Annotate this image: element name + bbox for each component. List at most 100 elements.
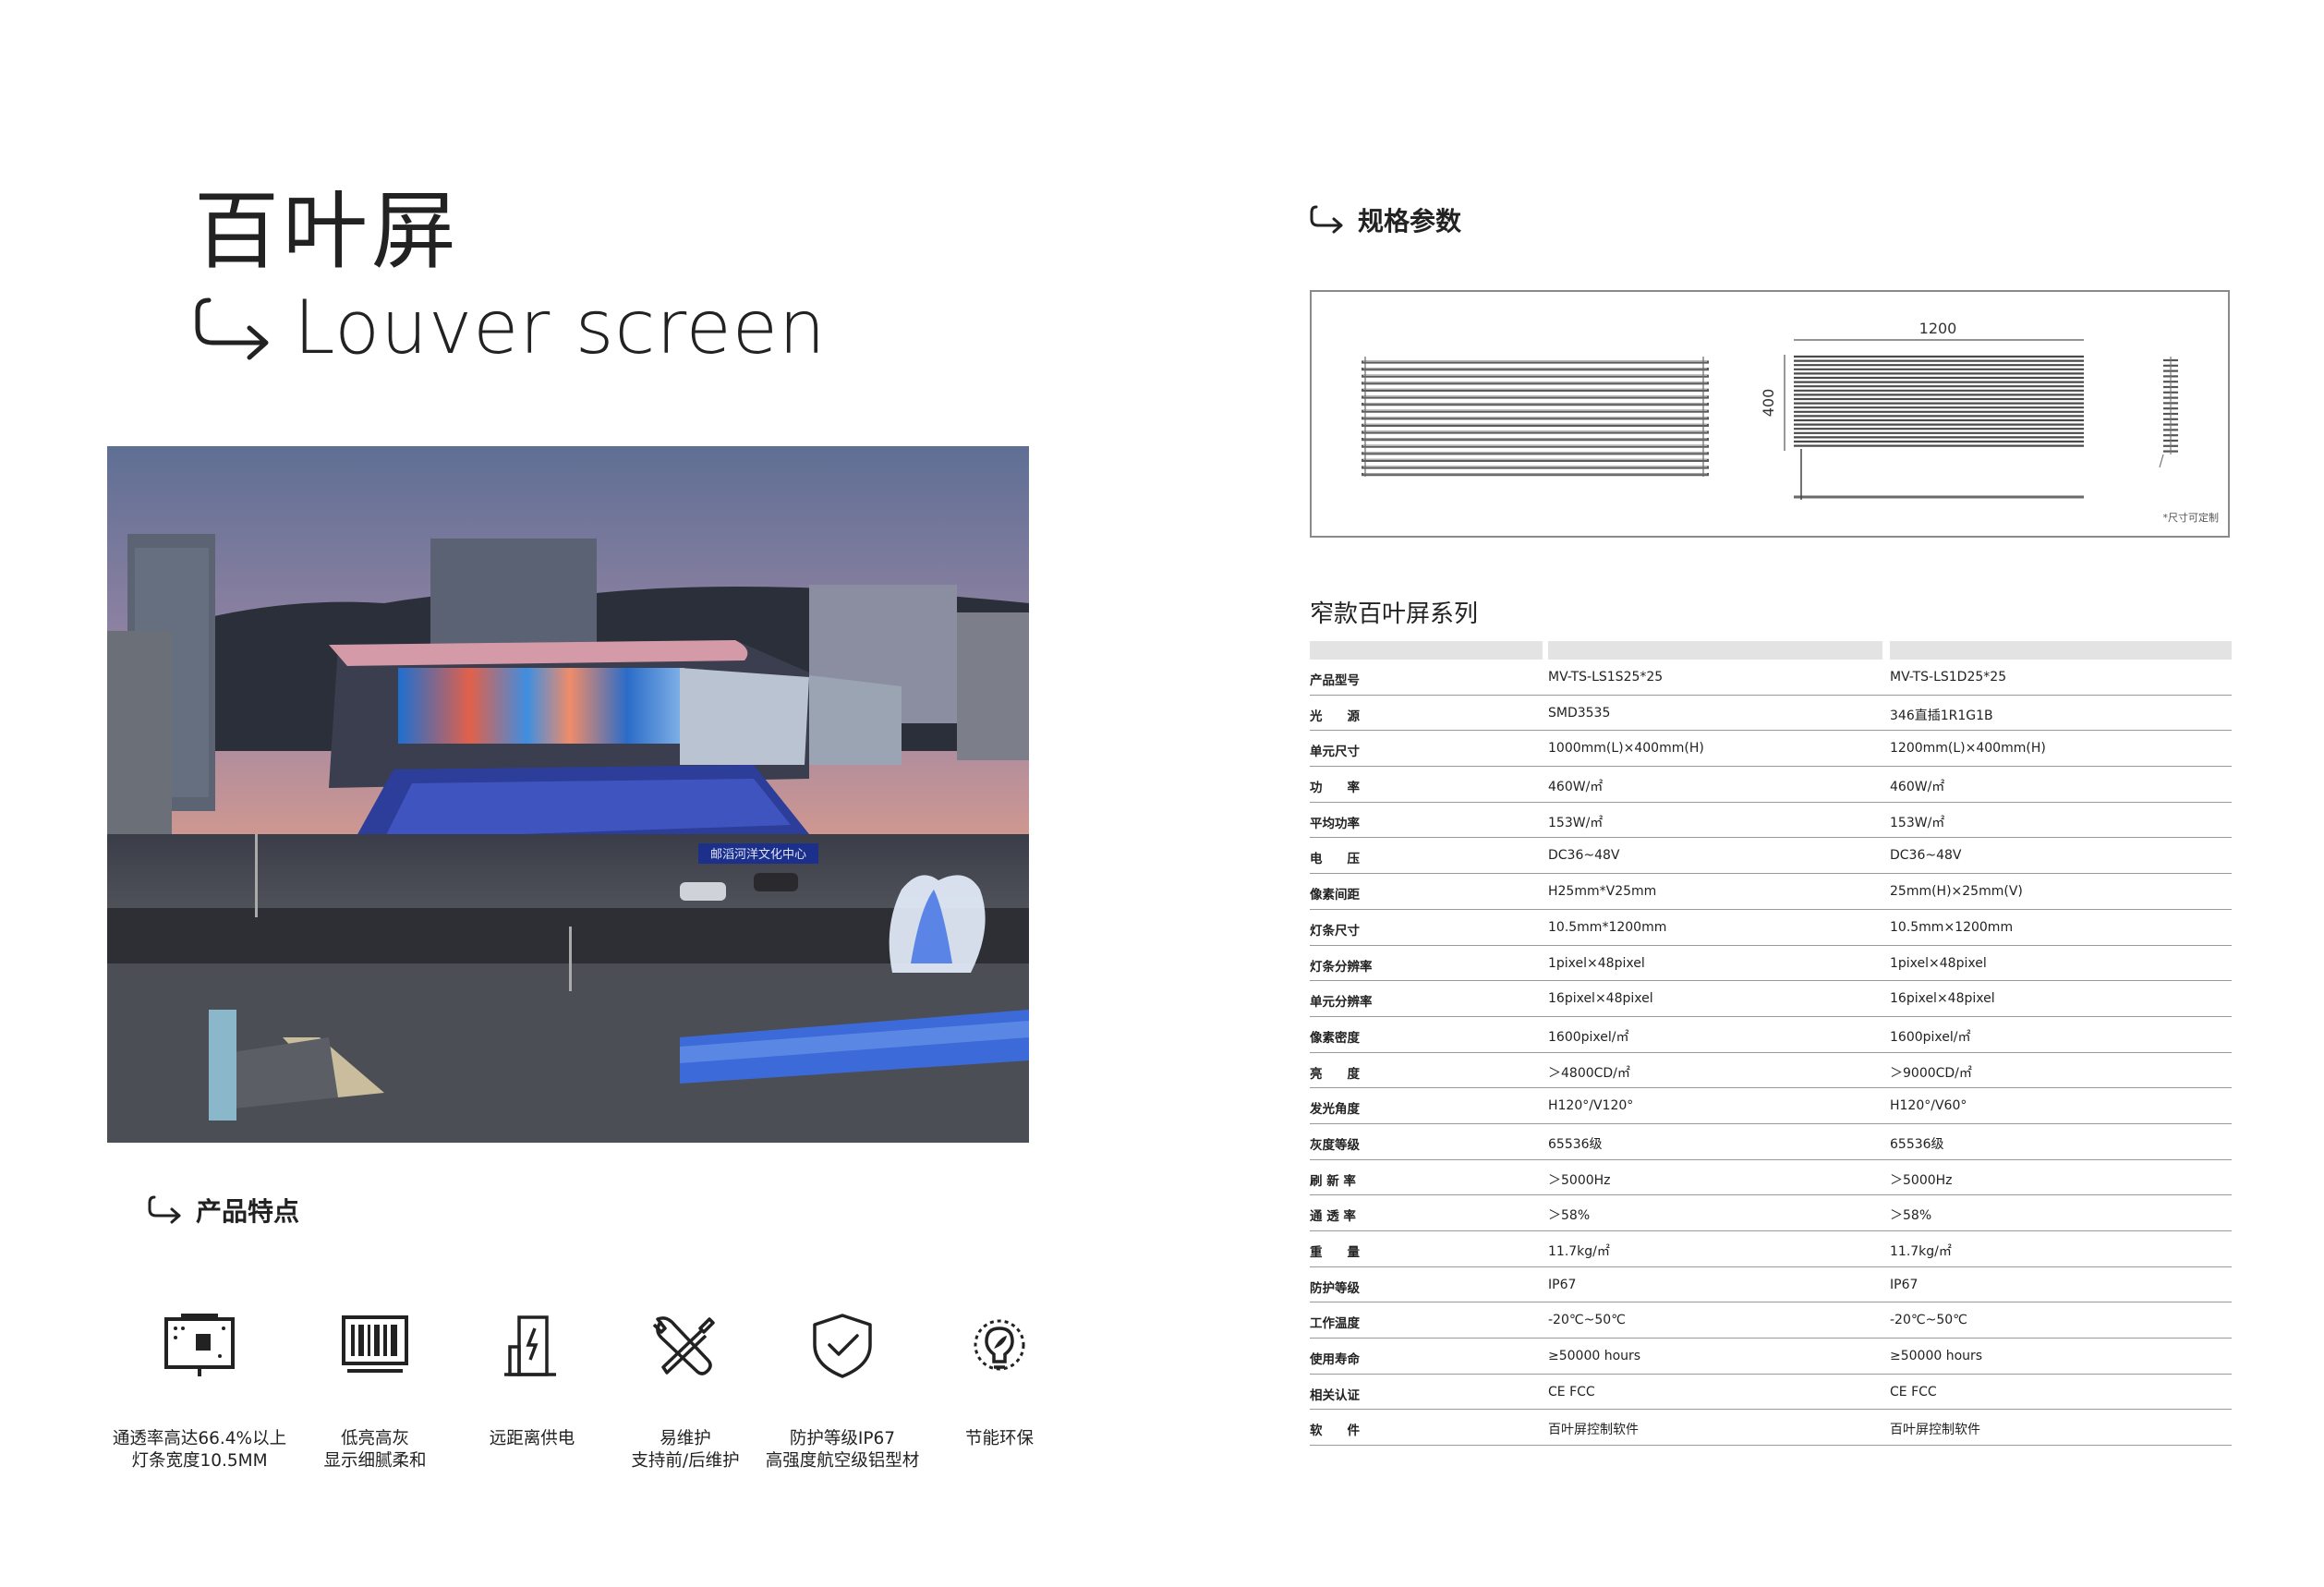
spec-label: 工作温度 xyxy=(1310,1316,1360,1332)
spec-value-model-b: 346直插1R1G1B xyxy=(1890,708,1993,723)
spec-value-model-a: H25mm*V25mm xyxy=(1548,884,1657,900)
spec-value-model-a: ＞4800CD/㎡ xyxy=(1548,1065,1630,1081)
spec-value-model-a: 460W/㎡ xyxy=(1548,780,1604,795)
spec-heading: 规格参数 xyxy=(1358,206,1462,236)
table-row: 电 压 DC36~48V DC36~48V xyxy=(1310,838,2232,875)
feature-item: 节能环保 xyxy=(907,1312,1092,1450)
table-body: 产品型号 MV-TS-LS1S25*25 MV-TS-LS1D25*25 光 源 SMD… xyxy=(1310,660,2232,1447)
spec-value-model-b: -20℃~50℃ xyxy=(1890,1313,1967,1328)
turn-arrow-icon xyxy=(1310,205,1343,234)
table-row: 亮 度 ＞4800CD/㎡ ＞9000CD/㎡ xyxy=(1310,1053,2232,1089)
spec-label: 相关认证 xyxy=(1310,1387,1360,1403)
feature-line-1: 节能环保 xyxy=(964,1429,1034,1448)
spec-value-model-a: 65536级 xyxy=(1548,1136,1603,1152)
spec-value-model-b: 1600pixel/㎡ xyxy=(1890,1029,1971,1045)
page-title-en-row: Louver screen xyxy=(194,291,827,365)
height-dimension-label: 400 xyxy=(1760,389,1777,418)
customizable-note: *尺寸可定制 xyxy=(2163,511,2220,524)
feature-label: 节能环保 xyxy=(907,1428,1092,1450)
turn-arrow-icon xyxy=(148,1195,181,1224)
spec-value-model-a: 10.5mm*1200mm xyxy=(1548,919,1667,935)
feature-label: 通透率高达66.4%以上 灯条宽度10.5MM xyxy=(107,1428,292,1472)
spec-value-model-b: DC36~48V xyxy=(1890,848,1962,864)
spec-value-model-b: 65536级 xyxy=(1890,1136,1944,1152)
table-row: 产品型号 MV-TS-LS1S25*25 MV-TS-LS1D25*25 xyxy=(1310,660,2232,696)
turn-arrow-icon xyxy=(195,297,269,360)
spec-label: 单元分辨率 xyxy=(1310,995,1373,1011)
spec-value-model-a: ≥50000 hours xyxy=(1548,1349,1641,1364)
photo-sign: 邮滔河洋文化中心 xyxy=(710,848,806,862)
header-bar-model-a xyxy=(1548,641,1882,660)
table-row: 工作温度 -20℃~50℃ -20℃~50℃ xyxy=(1310,1302,2232,1339)
spec-value-model-a: -20℃~50℃ xyxy=(1548,1313,1626,1328)
header-bar-model-b xyxy=(1890,641,2232,660)
spec-value-model-a: 153W/㎡ xyxy=(1548,815,1604,830)
page-title-cn: 百叶屏 xyxy=(194,182,461,281)
transparent-display-icon xyxy=(164,1314,235,1376)
shield-check-icon xyxy=(813,1314,872,1378)
features-list: 通透率高达66.4%以上 灯条宽度10.5MM 低亮高灰 显示细腻柔和 远距离供… xyxy=(107,1312,1040,1471)
table-row: 灰度等级 65536级 65536级 xyxy=(1310,1124,2232,1160)
spec-table: 产品型号 MV-TS-LS1S25*25 MV-TS-LS1D25*25 光 源 SMD… xyxy=(1310,641,2232,1447)
spec-value-model-b: ＞58% xyxy=(1890,1208,1932,1224)
front-view-drawing xyxy=(1362,357,1709,477)
tools-icon xyxy=(652,1316,715,1375)
barcode-display-icon xyxy=(342,1315,408,1373)
building-power-icon xyxy=(504,1315,556,1376)
table-row: 光 源 SMD3535 346直插1R1G1B xyxy=(1310,696,2232,732)
spec-value-model-a: ＞58% xyxy=(1548,1208,1591,1224)
spec-value-model-a: ＞5000Hz xyxy=(1548,1172,1611,1188)
spec-heading-row: 规格参数 xyxy=(1310,201,1461,238)
spec-value-model-a: 1000mm(L)×400mm(H) xyxy=(1548,741,1704,757)
spec-label: 重 量 xyxy=(1310,1245,1360,1260)
side-cable xyxy=(2159,454,2164,468)
spec-label: 像素密度 xyxy=(1310,1030,1360,1046)
spec-label: 平均功率 xyxy=(1310,816,1360,831)
spec-value-model-b: 1pixel×48pixel xyxy=(1890,955,1987,971)
spec-label: 使用寿命 xyxy=(1310,1352,1360,1368)
table-row: 刷 新 率 ＞5000Hz ＞5000Hz xyxy=(1310,1160,2232,1196)
spec-label: 发光角度 xyxy=(1310,1102,1360,1118)
table-row: 重 量 11.7kg/㎡ 11.7kg/㎡ xyxy=(1310,1231,2232,1267)
spec-value-model-b: ＞5000Hz xyxy=(1890,1172,1953,1188)
energy-bulb-icon xyxy=(974,1319,1025,1371)
spec-value-model-b: ＞9000CD/㎡ xyxy=(1890,1065,1972,1081)
spec-value-model-a: SMD3535 xyxy=(1548,705,1611,721)
spec-value-model-b: 11.7kg/㎡ xyxy=(1890,1244,1952,1259)
spec-value-model-b: 25mm(H)×25mm(V) xyxy=(1890,884,2023,900)
table-row: 通 透 率 ＞58% ＞58% xyxy=(1310,1195,2232,1231)
table-row: 功 率 460W/㎡ 460W/㎡ xyxy=(1310,767,2232,803)
spec-label: 灯条尺寸 xyxy=(1310,923,1360,939)
feature-line-1: 通透率高达66.4%以上 xyxy=(112,1429,287,1448)
spec-label: 灰度等级 xyxy=(1310,1137,1360,1153)
spec-value-model-a: MV-TS-LS1S25*25 xyxy=(1548,670,1664,684)
spec-label: 软 件 xyxy=(1310,1423,1360,1439)
table-row: 像素密度 1600pixel/㎡ 1600pixel/㎡ xyxy=(1310,1017,2232,1053)
spec-value-model-b: 153W/㎡ xyxy=(1890,815,1945,830)
spec-value-model-a: 16pixel×48pixel xyxy=(1548,991,1653,1007)
feature-item: 通透率高达66.4%以上 灯条宽度10.5MM xyxy=(107,1312,292,1472)
spec-label: 刷 新 率 xyxy=(1310,1173,1356,1189)
spec-label: 单元尺寸 xyxy=(1310,745,1360,760)
spec-label: 产品型号 xyxy=(1310,673,1360,688)
spec-value-model-b: ≥50000 hours xyxy=(1890,1349,1983,1364)
spec-value-model-a: CE FCC xyxy=(1548,1384,1595,1399)
table-row: 单元尺寸 1000mm(L)×400mm(H) 1200mm(L)×400mm(H) xyxy=(1310,731,2232,768)
drawing-canvas: 1200 400 *尺寸可定制 xyxy=(1362,320,2220,524)
table-row: 软 件 百叶屏控制软件 百叶屏控制软件 xyxy=(1310,1410,2232,1447)
feature-line-2: 灯条宽度10.5MM xyxy=(131,1451,268,1471)
spec-label: 电 压 xyxy=(1310,852,1360,867)
dimension-drawing: 1200 400 *尺寸可定制 xyxy=(1310,290,2230,538)
spec-value-model-b: IP67 xyxy=(1890,1277,1919,1292)
table-row: 灯条分辨率 1pixel×48pixel 1pixel×48pixel xyxy=(1310,946,2232,982)
features-heading: 产品特点 xyxy=(196,1196,300,1227)
spec-value-model-a: 百叶屏控制软件 xyxy=(1548,1423,1639,1438)
spec-label: 灯条分辨率 xyxy=(1310,959,1373,975)
top-view-drawing xyxy=(1794,355,2084,500)
spec-label: 功 率 xyxy=(1310,781,1360,796)
table-row: 防护等级 IP67 IP67 xyxy=(1310,1267,2232,1303)
table-row: 使用寿命 ≥50000 hours ≥50000 hours xyxy=(1310,1339,2232,1375)
spec-label: 光 源 xyxy=(1310,709,1360,724)
spec-value-model-b: 10.5mm×1200mm xyxy=(1890,919,2014,935)
spec-value-model-b: H120°/V60° xyxy=(1890,1098,1967,1114)
